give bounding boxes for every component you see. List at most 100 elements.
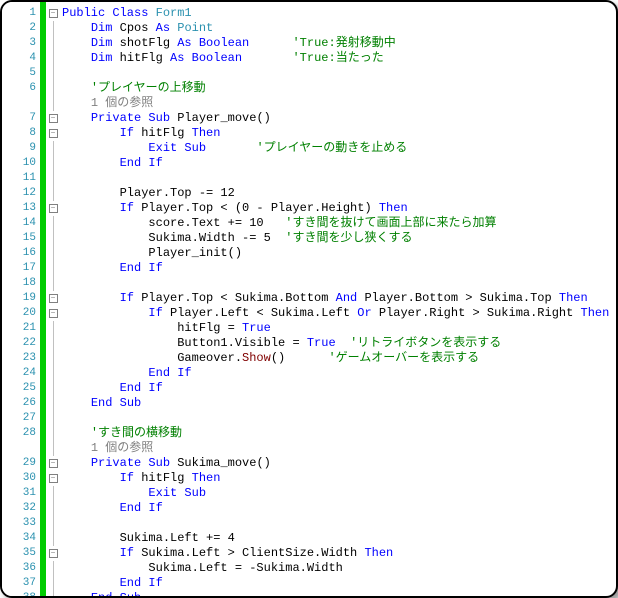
- code-line[interactable]: 'プレイヤーの上移動: [62, 81, 616, 96]
- fold-guide: [46, 36, 60, 51]
- code-line[interactable]: End If: [62, 261, 616, 276]
- code-line[interactable]: If Player.Left < Sukima.Left Or Player.R…: [62, 306, 616, 321]
- fold-guide: [46, 21, 60, 36]
- code-line[interactable]: [62, 66, 616, 81]
- fold-guide: [46, 381, 60, 396]
- line-number: 38: [2, 591, 36, 598]
- code-line[interactable]: score.Text += 10 'すき間を抜けて画面上部に来たら加算: [62, 216, 616, 231]
- fold-guide: [46, 171, 60, 186]
- fold-guide: [46, 156, 60, 171]
- minus-icon: −: [49, 549, 58, 558]
- code-line[interactable]: If Player.Top < Sukima.Bottom And Player…: [62, 291, 616, 306]
- code-line[interactable]: Button1.Visible = True 'リトライボタンを表示する: [62, 336, 616, 351]
- code-line[interactable]: If Player.Top < (0 - Player.Height) Then: [62, 201, 616, 216]
- code-line[interactable]: hitFlg = True: [62, 321, 616, 336]
- code-line[interactable]: If Sukima.Left > ClientSize.Width Then: [62, 546, 616, 561]
- fold-toggle[interactable]: −: [46, 126, 60, 141]
- code-line[interactable]: Dim Cpos As Point: [62, 21, 616, 36]
- fold-guide: [46, 261, 60, 276]
- code-line[interactable]: [62, 411, 616, 426]
- code-line[interactable]: 1 個の参照: [62, 441, 616, 456]
- code-line[interactable]: Dim hitFlg As Boolean 'True:当たった: [62, 51, 616, 66]
- line-number: 2: [2, 21, 36, 36]
- code-line[interactable]: Sukima.Left += 4: [62, 531, 616, 546]
- line-number-gutter: 1234567891011121314151617181920212223242…: [2, 2, 40, 596]
- code-line[interactable]: [62, 171, 616, 186]
- line-number: 28: [2, 426, 36, 441]
- code-line[interactable]: Private Sub Player_move(): [62, 111, 616, 126]
- line-number: 14: [2, 216, 36, 231]
- code-line[interactable]: 1 個の参照: [62, 96, 616, 111]
- line-number: 17: [2, 261, 36, 276]
- line-number: 23: [2, 351, 36, 366]
- line-number: 3: [2, 36, 36, 51]
- minus-icon: −: [49, 474, 58, 483]
- fold-guide: [46, 216, 60, 231]
- fold-guide: [46, 336, 60, 351]
- code-line[interactable]: If hitFlg Then: [62, 126, 616, 141]
- line-number: 21: [2, 321, 36, 336]
- code-line[interactable]: Dim shotFlg As Boolean 'True:発射移動中: [62, 36, 616, 51]
- line-number: 16: [2, 246, 36, 261]
- code-line[interactable]: End If: [62, 576, 616, 591]
- line-number: 7: [2, 111, 36, 126]
- line-number: 5: [2, 66, 36, 81]
- code-line[interactable]: End Sub: [62, 396, 616, 411]
- line-number: 26: [2, 396, 36, 411]
- line-number: [2, 441, 36, 456]
- code-editor[interactable]: 1234567891011121314151617181920212223242…: [0, 0, 618, 598]
- line-number: 8: [2, 126, 36, 141]
- code-line[interactable]: Private Sub Sukima_move(): [62, 456, 616, 471]
- code-line[interactable]: Exit Sub 'プレイヤーの動きを止める: [62, 141, 616, 156]
- code-line[interactable]: End Sub: [62, 591, 616, 596]
- fold-guide: [46, 561, 60, 576]
- line-number: 27: [2, 411, 36, 426]
- line-number: 4: [2, 51, 36, 66]
- code-line[interactable]: Sukima.Width -= 5 'すき間を少し狭くする: [62, 231, 616, 246]
- fold-toggle[interactable]: −: [46, 306, 60, 321]
- code-line[interactable]: End If: [62, 156, 616, 171]
- fold-guide: [46, 276, 60, 291]
- fold-guide: [46, 186, 60, 201]
- fold-guide: [46, 231, 60, 246]
- fold-toggle[interactable]: −: [46, 546, 60, 561]
- code-line[interactable]: Exit Sub: [62, 486, 616, 501]
- code-line[interactable]: [62, 516, 616, 531]
- fold-toggle[interactable]: −: [46, 456, 60, 471]
- fold-guide: [46, 321, 60, 336]
- code-area[interactable]: Public Class Form1 Dim Cpos As Point Dim…: [60, 2, 616, 596]
- line-number: 15: [2, 231, 36, 246]
- code-line[interactable]: 'すき間の横移動: [62, 426, 616, 441]
- code-line[interactable]: Public Class Form1: [62, 6, 616, 21]
- fold-guide: [46, 141, 60, 156]
- code-line[interactable]: If hitFlg Then: [62, 471, 616, 486]
- fold-guide: [46, 81, 60, 96]
- code-line[interactable]: End If: [62, 366, 616, 381]
- fold-toggle[interactable]: −: [46, 111, 60, 126]
- line-number: 19: [2, 291, 36, 306]
- fold-toggle[interactable]: −: [46, 291, 60, 306]
- fold-toggle[interactable]: −: [46, 6, 60, 21]
- line-number: 30: [2, 471, 36, 486]
- minus-icon: −: [49, 129, 58, 138]
- fold-guide: [46, 516, 60, 531]
- code-line[interactable]: Player.Top -= 12: [62, 186, 616, 201]
- fold-toggle[interactable]: −: [46, 201, 60, 216]
- code-line[interactable]: End If: [62, 501, 616, 516]
- line-number: 36: [2, 561, 36, 576]
- fold-toggle[interactable]: −: [46, 471, 60, 486]
- line-number: [2, 96, 36, 111]
- fold-guide: [46, 486, 60, 501]
- minus-icon: −: [49, 204, 58, 213]
- line-number: 31: [2, 486, 36, 501]
- code-line[interactable]: Gameover.Show() 'ゲームオーバーを表示する: [62, 351, 616, 366]
- fold-guide: [46, 246, 60, 261]
- fold-column[interactable]: −−−−−−−−−: [46, 2, 60, 596]
- minus-icon: −: [49, 114, 58, 123]
- code-line[interactable]: End If: [62, 381, 616, 396]
- code-line[interactable]: Player_init(): [62, 246, 616, 261]
- line-number: 35: [2, 546, 36, 561]
- code-line[interactable]: Sukima.Left = -Sukima.Width: [62, 561, 616, 576]
- code-line[interactable]: [62, 276, 616, 291]
- line-number: 1: [2, 6, 36, 21]
